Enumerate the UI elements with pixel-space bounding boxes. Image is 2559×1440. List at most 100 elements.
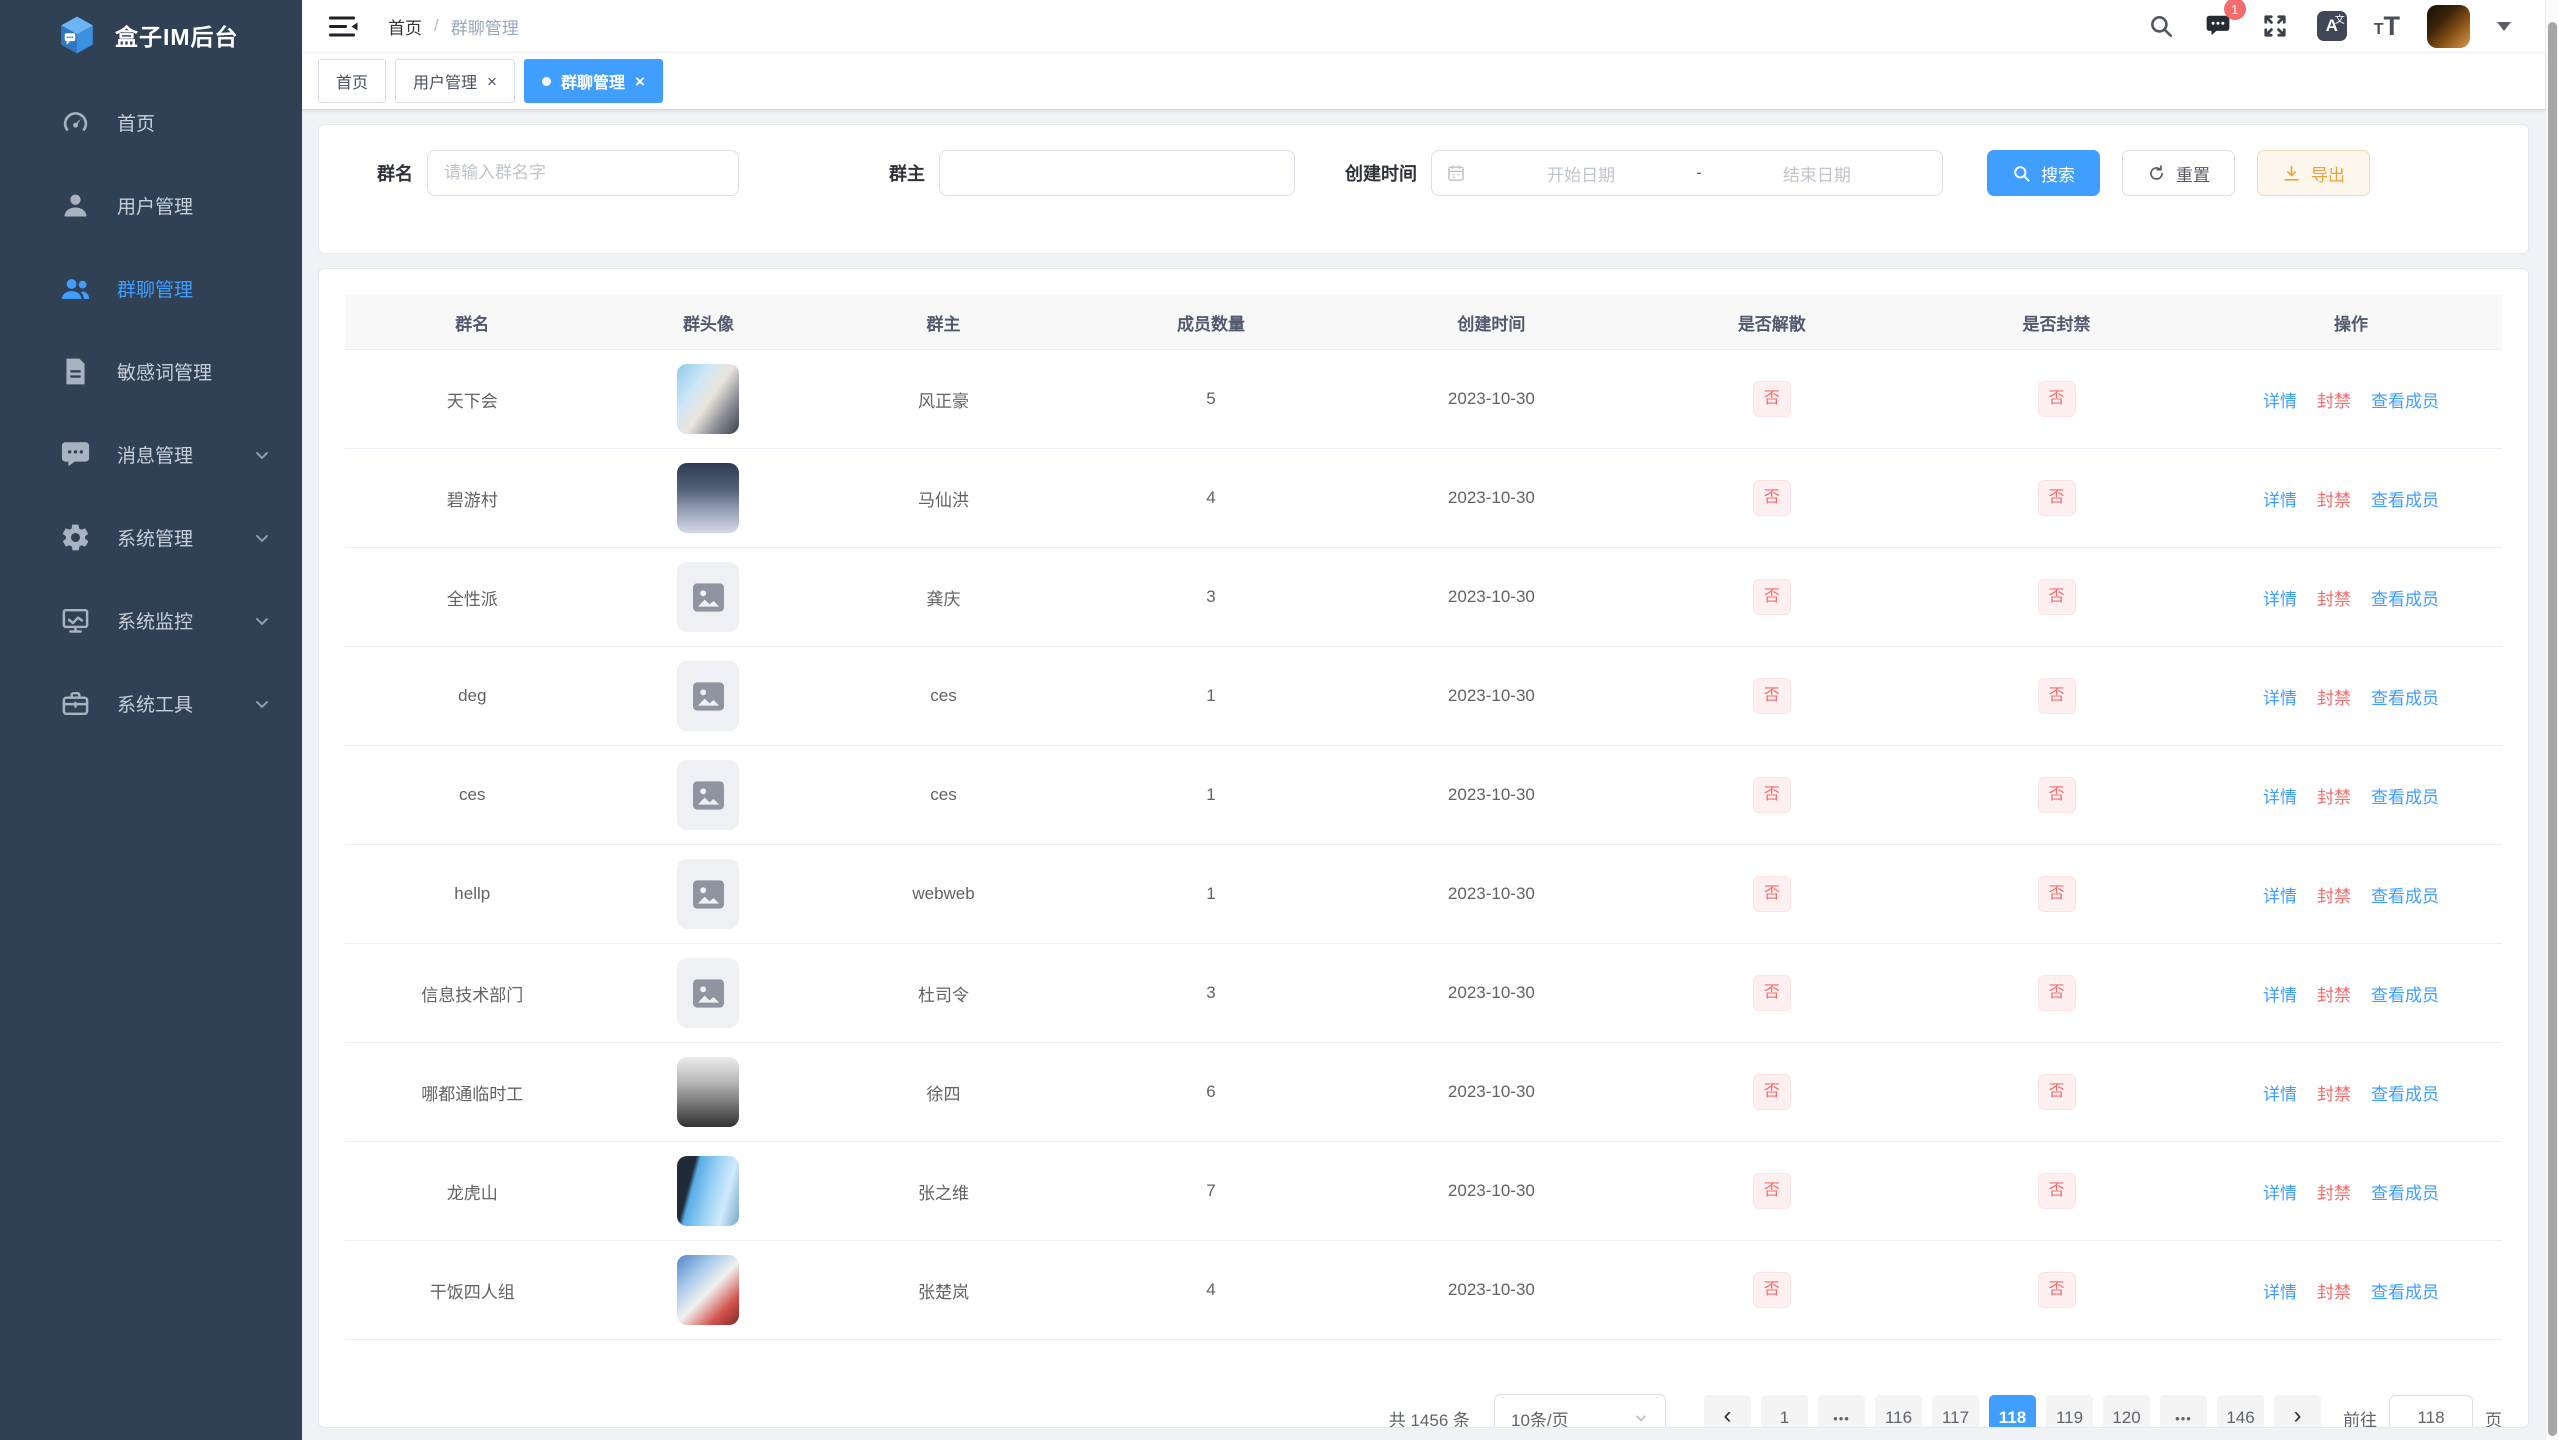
page-button-1[interactable]: 1: [1761, 1395, 1808, 1429]
page-unit-label: 页: [2485, 1406, 2502, 1429]
search-icon[interactable]: [2146, 11, 2176, 41]
tab-首页[interactable]: 首页: [318, 59, 386, 103]
column-header: 成员数量: [1070, 295, 1353, 350]
dashboard-icon: [60, 107, 91, 138]
actions-cell: 详情封禁查看成员: [2200, 1043, 2502, 1142]
goto-label: 前往: [2343, 1406, 2377, 1429]
sidebar-item-home[interactable]: 首页: [0, 81, 302, 164]
close-icon[interactable]: ×: [635, 73, 645, 90]
actions-cell: 详情封禁查看成员: [2200, 647, 2502, 746]
page-button-146[interactable]: 146: [2217, 1395, 2264, 1429]
sidebar-item-system-monitor[interactable]: 系统监控: [0, 579, 302, 662]
ban-link[interactable]: 封禁: [2317, 783, 2351, 808]
caret-down-icon[interactable]: [2497, 22, 2511, 31]
dissolved-tag: 否: [1753, 579, 1791, 615]
group-owner-input[interactable]: [939, 150, 1295, 196]
close-icon[interactable]: ×: [487, 73, 497, 90]
detail-link[interactable]: 详情: [2263, 684, 2297, 709]
view-members-link[interactable]: 查看成员: [2371, 585, 2439, 610]
ban-link[interactable]: 封禁: [2317, 387, 2351, 412]
detail-link[interactable]: 详情: [2263, 585, 2297, 610]
page-button-120[interactable]: 120: [2103, 1395, 2150, 1429]
view-members-link[interactable]: 查看成员: [2371, 981, 2439, 1006]
view-members-link[interactable]: 查看成员: [2371, 1278, 2439, 1303]
actions-cell: 详情封禁查看成员: [2200, 845, 2502, 944]
font-size-icon[interactable]: T T: [2374, 14, 2400, 38]
ban-link[interactable]: 封禁: [2317, 1179, 2351, 1204]
view-members-link[interactable]: 查看成员: [2371, 486, 2439, 511]
breadcrumb-home[interactable]: 首页: [388, 14, 422, 39]
detail-link[interactable]: 详情: [2263, 783, 2297, 808]
user-avatar[interactable]: [2427, 5, 2470, 48]
ban-link[interactable]: 封禁: [2317, 585, 2351, 610]
tab-群聊管理[interactable]: 群聊管理×: [524, 59, 663, 103]
sidebar: 盒子IM后台 首页用户管理群聊管理敏感词管理消息管理系统管理系统监控系统工具: [0, 0, 302, 1440]
scrollbar-thumb[interactable]: [2548, 22, 2557, 1436]
group-name-cell: hellp: [345, 845, 600, 944]
ban-link[interactable]: 封禁: [2317, 684, 2351, 709]
sidebar-item-user-management[interactable]: 用户管理: [0, 164, 302, 247]
detail-link[interactable]: 详情: [2263, 387, 2297, 412]
goto-page-input[interactable]: [2389, 1395, 2473, 1428]
actions-cell: 详情封禁查看成员: [2200, 449, 2502, 548]
detail-link[interactable]: 详情: [2263, 486, 2297, 511]
page-button-116[interactable]: 116: [1875, 1395, 1922, 1429]
page-button-118[interactable]: 118: [1989, 1395, 2036, 1429]
search-button[interactable]: 搜索: [1987, 150, 2100, 196]
sidebar-item-sensitive-words[interactable]: 敏感词管理: [0, 330, 302, 413]
page-button-117[interactable]: 117: [1932, 1395, 1979, 1429]
view-members-link[interactable]: 查看成员: [2371, 1080, 2439, 1105]
page-button-119[interactable]: 119: [2046, 1395, 2093, 1429]
more-pages-button[interactable]: •••: [2160, 1395, 2207, 1429]
member-count-cell: 1: [1070, 647, 1353, 746]
group-avatar-cell: [600, 944, 818, 1043]
hamburger-icon[interactable]: [328, 14, 358, 39]
prev-page-button[interactable]: ‹: [1704, 1395, 1751, 1429]
messages-icon[interactable]: 1: [2203, 11, 2233, 41]
more-pages-button[interactable]: •••: [1818, 1395, 1865, 1429]
view-members-link[interactable]: 查看成员: [2371, 783, 2439, 808]
detail-link[interactable]: 详情: [2263, 981, 2297, 1006]
view-members-link[interactable]: 查看成员: [2371, 1179, 2439, 1204]
start-date-placeholder[interactable]: 开始日期: [1470, 161, 1692, 186]
dissolved-cell: 否: [1631, 1043, 1914, 1142]
row-actions: 详情封禁查看成员: [2201, 783, 2501, 808]
translate-icon[interactable]: A 文: [2317, 11, 2347, 41]
view-members-link[interactable]: 查看成员: [2371, 387, 2439, 412]
ban-link[interactable]: 封禁: [2317, 1278, 2351, 1303]
reset-button[interactable]: 重置: [2122, 150, 2235, 196]
table-row: 哪都通临时工徐四62023-10-30否否详情封禁查看成员: [345, 1043, 2502, 1142]
created-time-cell: 2023-10-30: [1352, 845, 1630, 944]
page-size-select[interactable]: 10条/页: [1494, 1394, 1666, 1428]
ban-link[interactable]: 封禁: [2317, 486, 2351, 511]
detail-link[interactable]: 详情: [2263, 882, 2297, 907]
view-members-link[interactable]: 查看成员: [2371, 684, 2439, 709]
row-actions: 详情封禁查看成员: [2201, 1179, 2501, 1204]
sidebar-item-label: 群聊管理: [117, 275, 193, 302]
date-range-picker[interactable]: 开始日期 - 结束日期: [1431, 150, 1943, 196]
ban-link[interactable]: 封禁: [2317, 882, 2351, 907]
document-icon: [60, 356, 91, 387]
end-date-placeholder[interactable]: 结束日期: [1706, 161, 1928, 186]
ban-link[interactable]: 封禁: [2317, 1080, 2351, 1105]
dissolved-cell: 否: [1631, 1241, 1914, 1340]
sidebar-item-group-chat-management[interactable]: 群聊管理: [0, 247, 302, 330]
group-owner-cell: 风正豪: [817, 350, 1069, 449]
next-page-button[interactable]: ›: [2274, 1395, 2321, 1429]
view-members-link[interactable]: 查看成员: [2371, 882, 2439, 907]
tab-用户管理[interactable]: 用户管理×: [395, 59, 515, 103]
created-time-cell: 2023-10-30: [1352, 1241, 1630, 1340]
sidebar-item-system-tools[interactable]: 系统工具: [0, 662, 302, 745]
detail-link[interactable]: 详情: [2263, 1179, 2297, 1204]
member-count-cell: 4: [1070, 449, 1353, 548]
ban-link[interactable]: 封禁: [2317, 981, 2351, 1006]
group-name-input[interactable]: [427, 150, 739, 196]
export-button[interactable]: 导出: [2257, 150, 2370, 196]
detail-link[interactable]: 详情: [2263, 1278, 2297, 1303]
group-avatar-placeholder-icon: [677, 661, 739, 731]
row-actions: 详情封禁查看成员: [2201, 684, 2501, 709]
sidebar-item-system-management[interactable]: 系统管理: [0, 496, 302, 579]
sidebar-item-message-management[interactable]: 消息管理: [0, 413, 302, 496]
detail-link[interactable]: 详情: [2263, 1080, 2297, 1105]
fullscreen-icon[interactable]: [2260, 11, 2290, 41]
